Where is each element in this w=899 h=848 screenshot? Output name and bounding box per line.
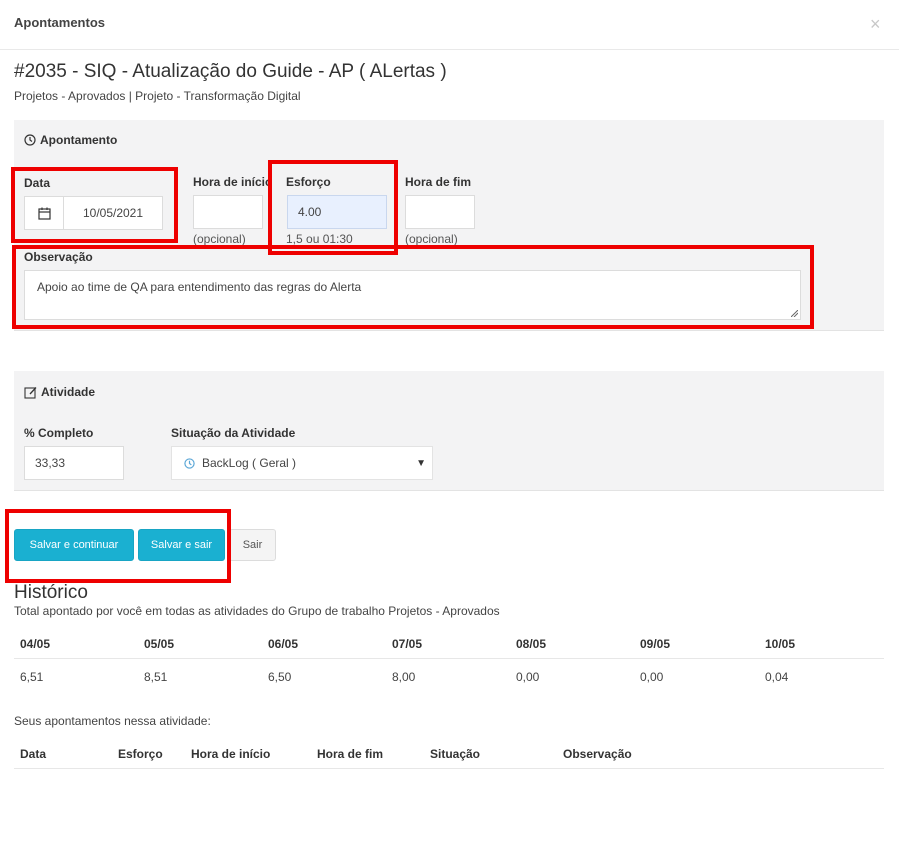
day-total: 6,50 <box>268 670 292 684</box>
entries-column-header: Situação <box>430 747 481 761</box>
day-total: 8,00 <box>392 670 416 684</box>
table-divider <box>14 658 884 659</box>
atividade-section-title: Atividade <box>24 385 95 399</box>
day-total: 6,51 <box>20 670 44 684</box>
save-exit-button[interactable]: Salvar e sair <box>138 529 225 561</box>
hora-fim-label: Hora de fim <box>405 175 472 189</box>
clock-icon <box>24 134 36 146</box>
day-total: 0,00 <box>516 670 540 684</box>
atividade-title-text: Atividade <box>41 385 96 399</box>
table-divider <box>14 768 884 769</box>
historico-subtitle: Total apontado por você em todas as ativ… <box>14 604 500 618</box>
exit-button[interactable]: Sair <box>229 529 276 561</box>
observacao-textarea[interactable]: Apoio ao time de QA para entendimento da… <box>24 270 801 320</box>
modal-title: Apontamentos <box>14 15 105 30</box>
situacao-label: Situação da Atividade <box>171 426 296 440</box>
situacao-select[interactable]: BackLog ( Geral ) ▼ <box>171 446 433 480</box>
esforco-input[interactable]: 4.00 <box>287 195 387 229</box>
hora-inicio-input[interactable] <box>193 195 263 229</box>
entries-column-header: Hora de início <box>191 747 271 761</box>
day-header: 08/05 <box>516 637 547 651</box>
entries-column-header: Esforço <box>118 747 163 761</box>
apontamento-panel: Apontamento Data 10/05/2021 Hora de iníc… <box>14 120 884 331</box>
day-header: 05/05 <box>144 637 175 651</box>
clock-icon <box>184 457 195 469</box>
data-label: Data <box>24 176 51 190</box>
day-total: 0,04 <box>765 670 789 684</box>
date-input[interactable]: 10/05/2021 <box>64 196 163 230</box>
hora-fim-input[interactable] <box>405 195 475 229</box>
close-icon[interactable]: × <box>870 14 881 34</box>
completo-input[interactable]: 33,33 <box>24 446 124 480</box>
apontamento-title-text: Apontamento <box>40 133 118 147</box>
day-header: 04/05 <box>20 637 51 651</box>
situacao-value: BackLog ( Geral ) <box>202 456 297 470</box>
hora-inicio-hint: (opcional) <box>193 232 246 246</box>
chevron-down-icon[interactable]: ▼ <box>416 458 426 469</box>
task-subtitle: Projetos - Aprovados | Projeto - Transfo… <box>14 89 301 103</box>
date-picker[interactable]: 10/05/2021 <box>24 196 163 230</box>
entries-column-header: Data <box>20 747 47 761</box>
day-header: 10/05 <box>765 637 796 651</box>
resize-grip-icon[interactable] <box>791 310 798 317</box>
completo-label: % Completo <box>24 426 94 440</box>
day-header: 07/05 <box>392 637 423 651</box>
day-header: 09/05 <box>640 637 671 651</box>
entries-column-header: Hora de fim <box>317 747 384 761</box>
day-total: 8,51 <box>144 670 168 684</box>
modal-header: Apontamentos × <box>0 0 899 50</box>
esforco-label: Esforço <box>286 175 331 189</box>
apontamento-section-title: Apontamento <box>24 133 117 147</box>
esforco-hint: 1,5 ou 01:30 <box>286 232 353 246</box>
observacao-label: Observação <box>24 250 93 264</box>
calendar-icon[interactable] <box>24 196 64 230</box>
entries-column-header: Observação <box>563 747 632 761</box>
atividade-panel: Atividade % Completo 33,33 Situação da A… <box>14 371 884 491</box>
edit-icon <box>24 386 37 399</box>
hora-fim-hint: (opcional) <box>405 232 458 246</box>
day-header: 06/05 <box>268 637 299 651</box>
day-total: 0,00 <box>640 670 664 684</box>
historico-title: Histórico <box>14 582 88 603</box>
save-continue-button[interactable]: Salvar e continuar <box>14 529 134 561</box>
observacao-text: Apoio ao time de QA para entendimento da… <box>37 280 362 294</box>
entries-caption: Seus apontamentos nessa atividade: <box>14 714 211 728</box>
hora-inicio-label: Hora de início <box>193 175 273 189</box>
task-title: #2035 - SIQ - Atualização do Guide - AP … <box>14 61 447 82</box>
